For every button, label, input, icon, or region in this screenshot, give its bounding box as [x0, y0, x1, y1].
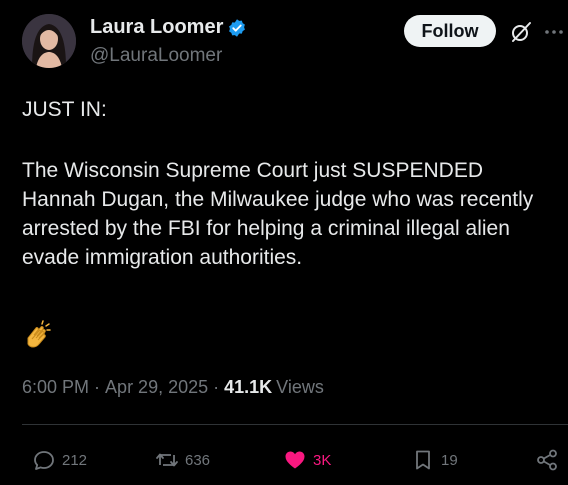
clapping-hands-icon	[22, 320, 54, 352]
avatar[interactable]	[22, 14, 76, 68]
tweet-meta: 6:00 PM · Apr 29, 2025 · 41.1K Views	[22, 377, 324, 398]
repost-button[interactable]: 636	[155, 447, 210, 473]
meta-separator: ·	[94, 377, 101, 397]
author-handle[interactable]: @LauraLoomer	[90, 45, 222, 67]
more-icon[interactable]	[542, 20, 566, 44]
verified-badge-icon	[227, 18, 247, 38]
like-count: 3K	[313, 451, 332, 469]
grok-icon[interactable]	[509, 20, 533, 44]
repost-count: 636	[185, 451, 211, 469]
reply-button[interactable]: 212	[32, 447, 87, 473]
author-name[interactable]: Laura Loomer	[90, 16, 247, 39]
divider	[22, 424, 568, 425]
share-icon	[537, 449, 557, 471]
tweet-date[interactable]: Apr 29, 2025	[105, 377, 208, 398]
meta-separator: ·	[213, 377, 220, 397]
repost-icon	[156, 453, 178, 467]
tweet-time[interactable]: 6:00 PM	[22, 377, 89, 398]
tweet-text: The Wisconsin Supreme Court just SUSPEND…	[22, 159, 534, 269]
bookmark-count: 19	[441, 451, 458, 469]
reply-icon	[34, 451, 54, 470]
views-count: 41.1K	[224, 377, 273, 397]
share-button[interactable]	[535, 447, 565, 473]
tweet-card: Laura Loomer @LauraLoomer Follow JUST IN…	[0, 0, 568, 485]
reply-count: 212	[62, 451, 88, 469]
tweet-heading: JUST IN:	[22, 98, 107, 121]
heart-icon	[285, 451, 305, 469]
bookmark-button[interactable]: 19	[411, 447, 458, 473]
follow-button[interactable]: Follow	[404, 15, 496, 47]
views-label: Views	[276, 377, 324, 397]
like-button[interactable]: 3K	[283, 447, 331, 473]
bookmark-icon	[416, 450, 430, 470]
author-name-text[interactable]: Laura Loomer	[90, 16, 223, 39]
